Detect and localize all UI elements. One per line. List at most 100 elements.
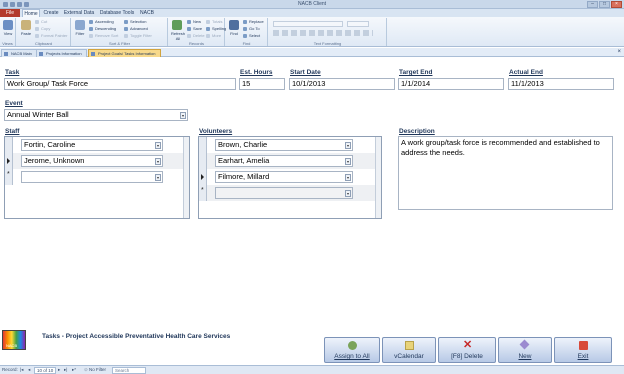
chevron-down-icon[interactable]	[345, 142, 351, 149]
volunteer-name-field[interactable]	[215, 187, 353, 199]
selection-button[interactable]: Selection	[124, 19, 146, 25]
paste-button[interactable]: Paste	[19, 20, 33, 39]
binoculars-icon	[229, 20, 239, 30]
event-select[interactable]: Annual Winter Ball	[4, 109, 188, 121]
tab-nacb[interactable]: NACB	[138, 9, 156, 17]
vcalendar-button[interactable]: vCalendar	[382, 337, 436, 363]
chevron-down-icon[interactable]	[155, 174, 161, 181]
staff-name-field[interactable]	[21, 171, 163, 183]
format-painter-button[interactable]: Format Painter	[35, 33, 67, 39]
maximize-button[interactable]: □	[599, 1, 610, 8]
totals-button[interactable]: Totals	[206, 19, 222, 25]
chevron-down-icon[interactable]	[155, 158, 161, 165]
tab-external-data[interactable]: External Data	[62, 9, 96, 17]
advanced-button[interactable]: Advanced	[124, 26, 148, 32]
description-field[interactable]: A work group/task force is recommended a…	[398, 136, 613, 210]
chevron-down-icon[interactable]	[180, 112, 186, 119]
exit-button[interactable]: Exit	[554, 337, 612, 363]
copy-button[interactable]: Copy	[35, 26, 50, 32]
actual-end-field[interactable]: 11/1/2013	[508, 78, 614, 90]
volunteer-name-field[interactable]: Earhart, Amelia	[215, 155, 353, 167]
chevron-down-icon[interactable]	[345, 190, 351, 197]
minimize-button[interactable]: –	[587, 1, 598, 8]
previous-record-button[interactable]: ◂	[28, 366, 30, 374]
search-box[interactable]: Search	[112, 367, 146, 374]
filter-button[interactable]: Filter	[73, 20, 87, 39]
record-position-field[interactable]: 10 of 10	[34, 367, 57, 374]
records-group: Refresh All New Save Delete Totals Spell…	[170, 18, 227, 46]
record-selector[interactable]	[199, 153, 207, 169]
new-button[interactable]: New	[498, 337, 552, 363]
spelling-button[interactable]: Spelling	[206, 26, 226, 32]
volunteers-scrollbar[interactable]	[375, 137, 381, 218]
tab-create[interactable]: Create	[42, 9, 60, 17]
description-label: Description	[399, 128, 435, 135]
descending-button[interactable]: Descending	[89, 26, 116, 32]
est-hours-field[interactable]: 15	[239, 78, 285, 90]
volunteer-row: Earhart, Amelia	[199, 153, 375, 169]
task-field[interactable]: Work Group/ Task Force	[4, 78, 236, 90]
new-blank-record-button[interactable]: ▸*	[72, 366, 76, 374]
view-button[interactable]: View	[1, 20, 15, 39]
chevron-down-icon[interactable]	[345, 158, 351, 165]
find-button[interactable]: Find	[227, 20, 241, 39]
chevron-down-icon[interactable]	[345, 174, 351, 181]
volunteer-name-field[interactable]: Brown, Charlie	[215, 139, 353, 151]
volunteer-name-field[interactable]: Filmore, Millard	[215, 171, 353, 183]
paste-icon	[21, 20, 31, 30]
record-selector[interactable]	[199, 137, 207, 153]
new-record-button[interactable]: New	[187, 19, 201, 25]
close-button[interactable]: ×	[611, 1, 622, 8]
event-label: Event	[5, 100, 23, 107]
staff-scrollbar[interactable]	[183, 137, 189, 218]
staff-row: Jerome, Unknown	[5, 153, 183, 169]
doc-tab-nacb-main[interactable]: NACB Main	[1, 49, 37, 57]
staff-new-row	[5, 169, 183, 185]
delete-record-button[interactable]: Delete	[187, 33, 205, 39]
tab-home[interactable]: Home	[22, 9, 40, 17]
cut-button[interactable]: Cut	[35, 19, 47, 25]
document-tabs: NACB Main Projects Information Project G…	[0, 48, 624, 57]
record-selector[interactable]	[5, 137, 13, 153]
assign-to-all-button[interactable]: Assign to All	[324, 337, 380, 363]
filter-status[interactable]: ⊘ No Filter	[84, 366, 106, 374]
more-button[interactable]: More	[206, 33, 221, 39]
current-record-selector[interactable]	[5, 153, 13, 169]
doc-tab-projects[interactable]: Projects Information	[36, 49, 87, 57]
record-label: Record:	[2, 367, 18, 372]
toggle-filter-button[interactable]: Toggle Filter	[124, 33, 152, 39]
new-record-selector[interactable]	[5, 169, 13, 185]
staff-row: Fortin, Caroline	[5, 137, 183, 153]
first-record-button[interactable]: |◂	[20, 366, 23, 374]
ascending-button[interactable]: Ascending	[89, 19, 114, 25]
last-record-button[interactable]: ▸|	[64, 366, 67, 374]
next-record-button[interactable]: ▸	[58, 366, 60, 374]
format-buttons[interactable]	[273, 30, 373, 36]
record-navigation-bar: Record: |◂ ◂ 10 of 10 ▸ ▸| ▸* ⊘ No Filte…	[0, 365, 624, 374]
delete-button[interactable]: ✕ [F8] Delete	[438, 337, 496, 363]
refresh-all-button[interactable]: Refresh All	[170, 20, 186, 41]
replace-button[interactable]: Replace	[243, 19, 264, 25]
tab-file[interactable]: File	[0, 9, 20, 17]
doc-tab-goals-tasks[interactable]: Project Goals/ Tasks Information	[88, 49, 161, 57]
staff-name-field[interactable]: Fortin, Caroline	[21, 139, 163, 151]
staff-name-field[interactable]: Jerome, Unknown	[21, 155, 163, 167]
font-name-select[interactable]	[273, 21, 343, 27]
save-record-button[interactable]: Save	[187, 26, 202, 32]
go-to-button[interactable]: Go To	[243, 26, 260, 32]
event-value: Annual Winter Ball	[7, 110, 69, 119]
font-size-select[interactable]	[347, 21, 369, 27]
close-document-icon[interactable]: ×	[617, 49, 621, 55]
est-hours-label: Est. Hours	[240, 69, 273, 76]
chevron-down-icon[interactable]	[155, 142, 161, 149]
current-record-selector[interactable]	[199, 169, 207, 185]
volunteers-label: Volunteers	[199, 128, 233, 135]
new-record-selector[interactable]	[199, 185, 207, 201]
target-end-field[interactable]: 1/1/2014	[398, 78, 504, 90]
start-date-field[interactable]: 10/1/2013	[289, 78, 395, 90]
remove-sort-button[interactable]: Remove Sort	[89, 33, 118, 39]
select-button[interactable]: Select	[243, 33, 260, 39]
ribbon: View Views Paste Cut Copy Format Painter…	[0, 17, 624, 47]
tab-database-tools[interactable]: Database Tools	[98, 9, 136, 17]
volunteer-new-row	[199, 185, 375, 201]
